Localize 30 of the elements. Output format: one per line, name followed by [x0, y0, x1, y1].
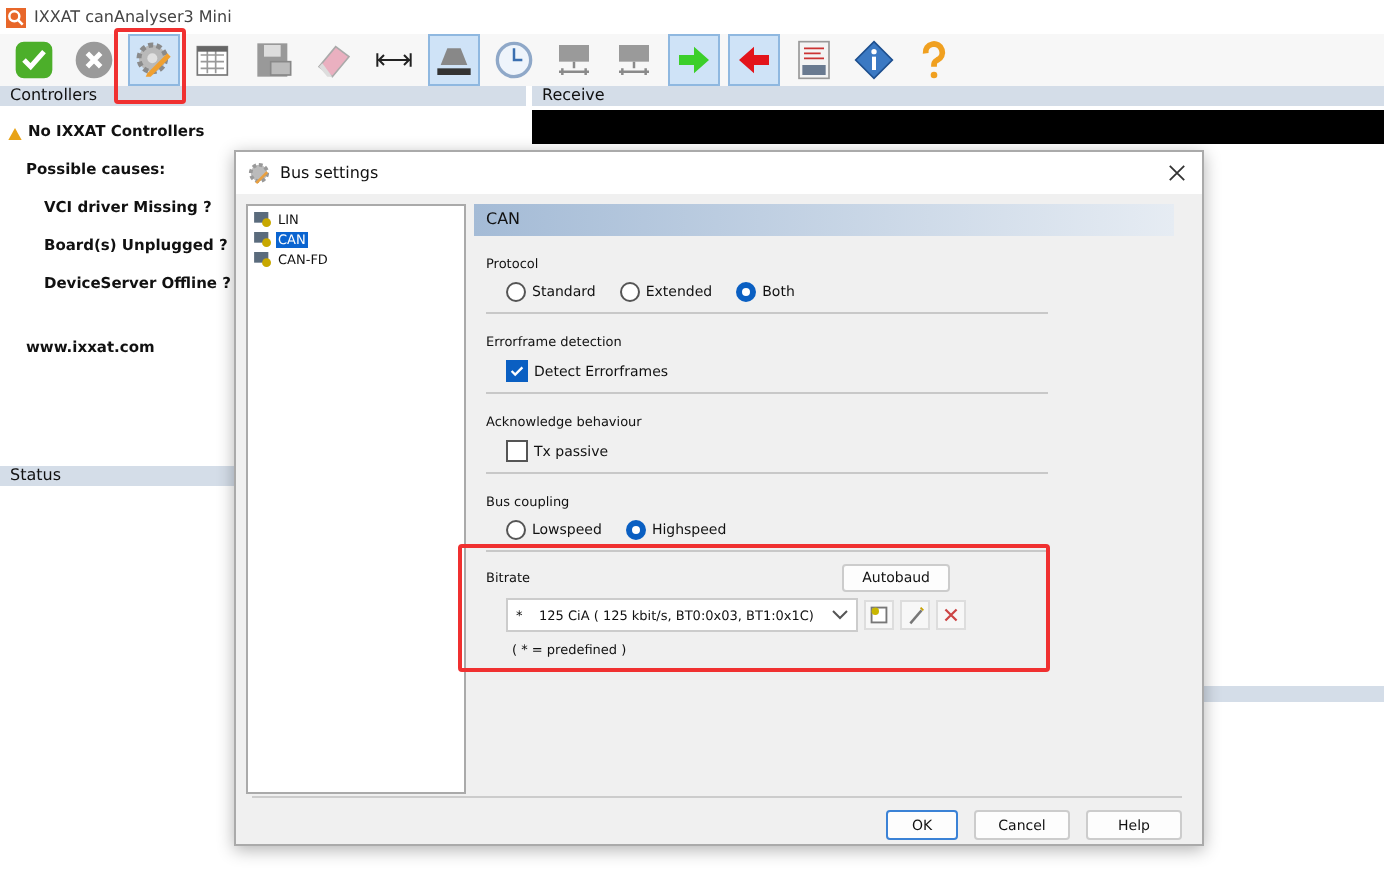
- network-icon: [554, 40, 594, 80]
- table-icon: [194, 40, 234, 80]
- bus-icon: [254, 212, 272, 228]
- log-icon: [794, 40, 834, 80]
- bus-icon: [254, 252, 272, 268]
- bus-icon: [254, 232, 272, 248]
- delete-icon[interactable]: [936, 600, 966, 630]
- checkmark-icon: [508, 362, 526, 380]
- app-logo-icon: [6, 7, 26, 27]
- eraser-icon: [314, 40, 354, 80]
- section-header: CAN: [474, 204, 1174, 236]
- network-icon: [614, 40, 654, 80]
- info-icon: [854, 40, 894, 80]
- cancel-icon: [74, 40, 114, 80]
- panel-header: Receive: [532, 86, 1384, 106]
- warning-icon: [8, 128, 22, 140]
- panel-header: Controllers: [0, 86, 526, 106]
- floppy-icon: [254, 40, 294, 80]
- window-title: IXXAT canAnalyser3 Mini: [34, 8, 232, 26]
- check-icon: [14, 40, 54, 80]
- toolbar-button[interactable]: [428, 34, 480, 86]
- pencil-icon[interactable]: [900, 600, 930, 630]
- dialog-title: Bus settings: [280, 164, 379, 182]
- gear-icon: [134, 40, 174, 80]
- chevron-down-icon: [832, 610, 848, 620]
- clock-icon: [494, 40, 534, 80]
- gear-icon: [248, 162, 270, 184]
- highlight-frame: [114, 28, 186, 104]
- new-icon[interactable]: [864, 600, 894, 630]
- close-icon[interactable]: [1168, 164, 1186, 182]
